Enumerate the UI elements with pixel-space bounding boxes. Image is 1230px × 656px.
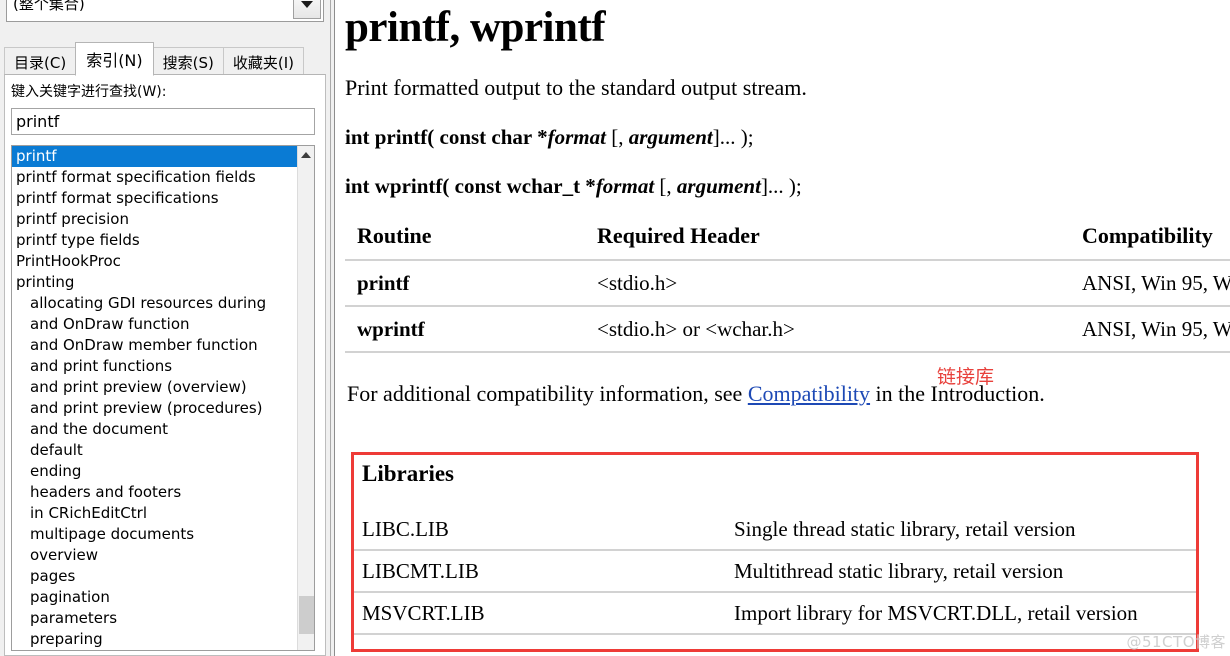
list-item[interactable]: headers and footers bbox=[12, 482, 297, 503]
library-cell-description: Multithread static library, retail versi… bbox=[726, 550, 1196, 593]
list-item[interactable]: and OnDraw member function bbox=[12, 335, 297, 356]
list-item[interactable]: printf format specifications bbox=[12, 188, 297, 209]
table-row: printf <stdio.h> ANSI, Win 95, W bbox=[345, 260, 1230, 307]
routine-table: Routine Required Header Compatibility pr… bbox=[345, 223, 1230, 353]
libraries-table: LIBC.LIB Single thread static library, re… bbox=[354, 509, 1196, 635]
signature-suffix: ]... ); bbox=[712, 125, 754, 149]
signature-suffix: ]... ); bbox=[760, 174, 802, 198]
list-item[interactable]: printing bbox=[12, 272, 297, 293]
watermark: @51CTO博客 bbox=[1126, 633, 1226, 651]
library-cell-name: LIBC.LIB bbox=[354, 509, 726, 551]
compat-note-before: For additional compatibility information… bbox=[347, 381, 748, 406]
column-header-compatibility: Compatibility bbox=[1070, 223, 1230, 261]
list-item[interactable]: printf precision bbox=[12, 209, 297, 230]
library-cell-description: Single thread static library, retail ver… bbox=[726, 509, 1196, 551]
page-title: printf, wprintf bbox=[345, 4, 606, 51]
list-item[interactable]: preparing bbox=[12, 629, 297, 650]
list-item[interactable]: overview bbox=[12, 545, 297, 566]
list-item[interactable]: pagination bbox=[12, 587, 297, 608]
routine-table-header-row: Routine Required Header Compatibility bbox=[345, 223, 1230, 261]
list-item[interactable]: pages bbox=[12, 566, 297, 587]
signature-param: format bbox=[595, 174, 655, 198]
annotation-link-library: 链接库 bbox=[937, 366, 995, 388]
index-listbox[interactable]: printf printf format specification fields… bbox=[11, 145, 315, 651]
list-item[interactable]: default bbox=[12, 440, 297, 461]
content-pane: printf, wprintf Print formatted output t… bbox=[335, 0, 1230, 656]
page-description: Print formatted output to the standard o… bbox=[345, 75, 807, 100]
signature-wprintf: int wprintf( const wchar_t *format [, ar… bbox=[345, 150, 1230, 199]
list-item[interactable]: and print functions bbox=[12, 356, 297, 377]
tab-favorites[interactable]: 收藏夹(I) bbox=[222, 47, 305, 76]
list-item[interactable]: PrintHookProc bbox=[12, 251, 297, 272]
list-item[interactable]: in CRichEditCtrl bbox=[12, 503, 297, 524]
collection-selector-row: (整个集合) bbox=[0, 0, 330, 26]
scrollbar-thumb[interactable] bbox=[299, 596, 314, 634]
list-item[interactable]: parameters bbox=[12, 608, 297, 629]
compatibility-link[interactable]: Compatibility bbox=[748, 381, 870, 406]
routine-cell-compatibility: ANSI, Win 95, W bbox=[1070, 306, 1230, 353]
tab-contents[interactable]: 目录(C) bbox=[4, 47, 77, 76]
chevron-down-icon[interactable] bbox=[293, 0, 321, 19]
list-item[interactable]: printf type fields bbox=[12, 230, 297, 251]
column-header-routine: Routine bbox=[345, 223, 585, 261]
list-item[interactable]: and the document bbox=[12, 419, 297, 440]
signature-param2: argument bbox=[676, 174, 761, 198]
table-row: LIBCMT.LIB Multithread static library, re… bbox=[354, 550, 1196, 593]
signature-prefix: int printf( const char * bbox=[345, 125, 548, 149]
signature-mid: [, bbox=[654, 174, 677, 198]
signature-printf: int printf( const char *format [, argume… bbox=[345, 101, 1230, 150]
index-list: printf printf format specification fields… bbox=[12, 146, 297, 650]
libraries-highlight-box: Libraries LIBC.LIB Single thread static l… bbox=[351, 452, 1199, 652]
signature-param: format bbox=[547, 125, 606, 149]
navigation-pane: (整个集合) 目录(C) 索引(N) 搜索(S) 收藏夹(I) 键入关键字进行查… bbox=[0, 0, 330, 656]
index-list-scrollbar[interactable] bbox=[297, 146, 314, 650]
signature-prefix: int wprintf( const wchar_t * bbox=[345, 174, 596, 198]
table-row: LIBC.LIB Single thread static library, re… bbox=[354, 509, 1196, 551]
library-cell-name: MSVCRT.LIB bbox=[354, 592, 726, 635]
help-topic-document: printf, wprintf Print formatted output t… bbox=[345, 0, 1230, 652]
compatibility-note: For additional compatibility information… bbox=[345, 353, 1230, 407]
chevron-up-icon[interactable] bbox=[298, 146, 314, 164]
list-item[interactable]: multipage documents bbox=[12, 524, 297, 545]
tab-index[interactable]: 索引(N) bbox=[75, 42, 154, 76]
list-item[interactable]: printf bbox=[12, 146, 297, 167]
libraries-title: Libraries bbox=[362, 461, 454, 486]
list-item[interactable]: ending bbox=[12, 461, 297, 482]
routine-cell-compatibility: ANSI, Win 95, W bbox=[1070, 260, 1230, 307]
routine-cell-header: <stdio.h> or <wchar.h> bbox=[585, 306, 1070, 353]
nav-tabstrip: 目录(C) 索引(N) 搜索(S) 收藏夹(I) bbox=[0, 40, 330, 76]
list-item[interactable]: and print preview (overview) bbox=[12, 377, 297, 398]
signature-mid: [, bbox=[605, 125, 629, 149]
routine-cell-routine: wprintf bbox=[345, 306, 585, 353]
list-item[interactable]: and print preview (procedures) bbox=[12, 398, 297, 419]
nav-tabs: 目录(C) 索引(N) 搜索(S) 收藏夹(I) bbox=[4, 42, 305, 76]
column-header-required-header: Required Header bbox=[585, 223, 1070, 261]
collection-combobox-value: (整个集合) bbox=[13, 0, 85, 13]
keyword-field-label: 键入关键字进行查找(W): bbox=[11, 84, 167, 100]
list-item[interactable]: allocating GDI resources during bbox=[12, 293, 297, 314]
keyword-search-input[interactable] bbox=[11, 108, 315, 135]
list-item[interactable]: and OnDraw function bbox=[12, 314, 297, 335]
collection-combobox[interactable]: (整个集合) bbox=[6, 0, 324, 22]
list-item[interactable]: printf format specification fields bbox=[12, 167, 297, 188]
library-cell-name: LIBCMT.LIB bbox=[354, 550, 726, 593]
table-row: wprintf <stdio.h> or <wchar.h> ANSI, Win 9… bbox=[345, 306, 1230, 353]
index-tab-panel: 键入关键字进行查找(W): printfprintf format specif… bbox=[4, 74, 326, 656]
library-cell-description: Import library for MSVCRT.DLL, retail ve… bbox=[726, 592, 1196, 635]
tab-search[interactable]: 搜索(S) bbox=[152, 47, 224, 76]
help-viewer-window: (整个集合) 目录(C) 索引(N) 搜索(S) 收藏夹(I) 键入关键字进行查… bbox=[0, 0, 1230, 656]
routine-cell-header: <stdio.h> bbox=[585, 260, 1070, 307]
signature-param2: argument bbox=[628, 125, 713, 149]
routine-cell-routine: printf bbox=[345, 260, 585, 307]
table-row: MSVCRT.LIB Import library for MSVCRT.DLL,… bbox=[354, 592, 1196, 635]
